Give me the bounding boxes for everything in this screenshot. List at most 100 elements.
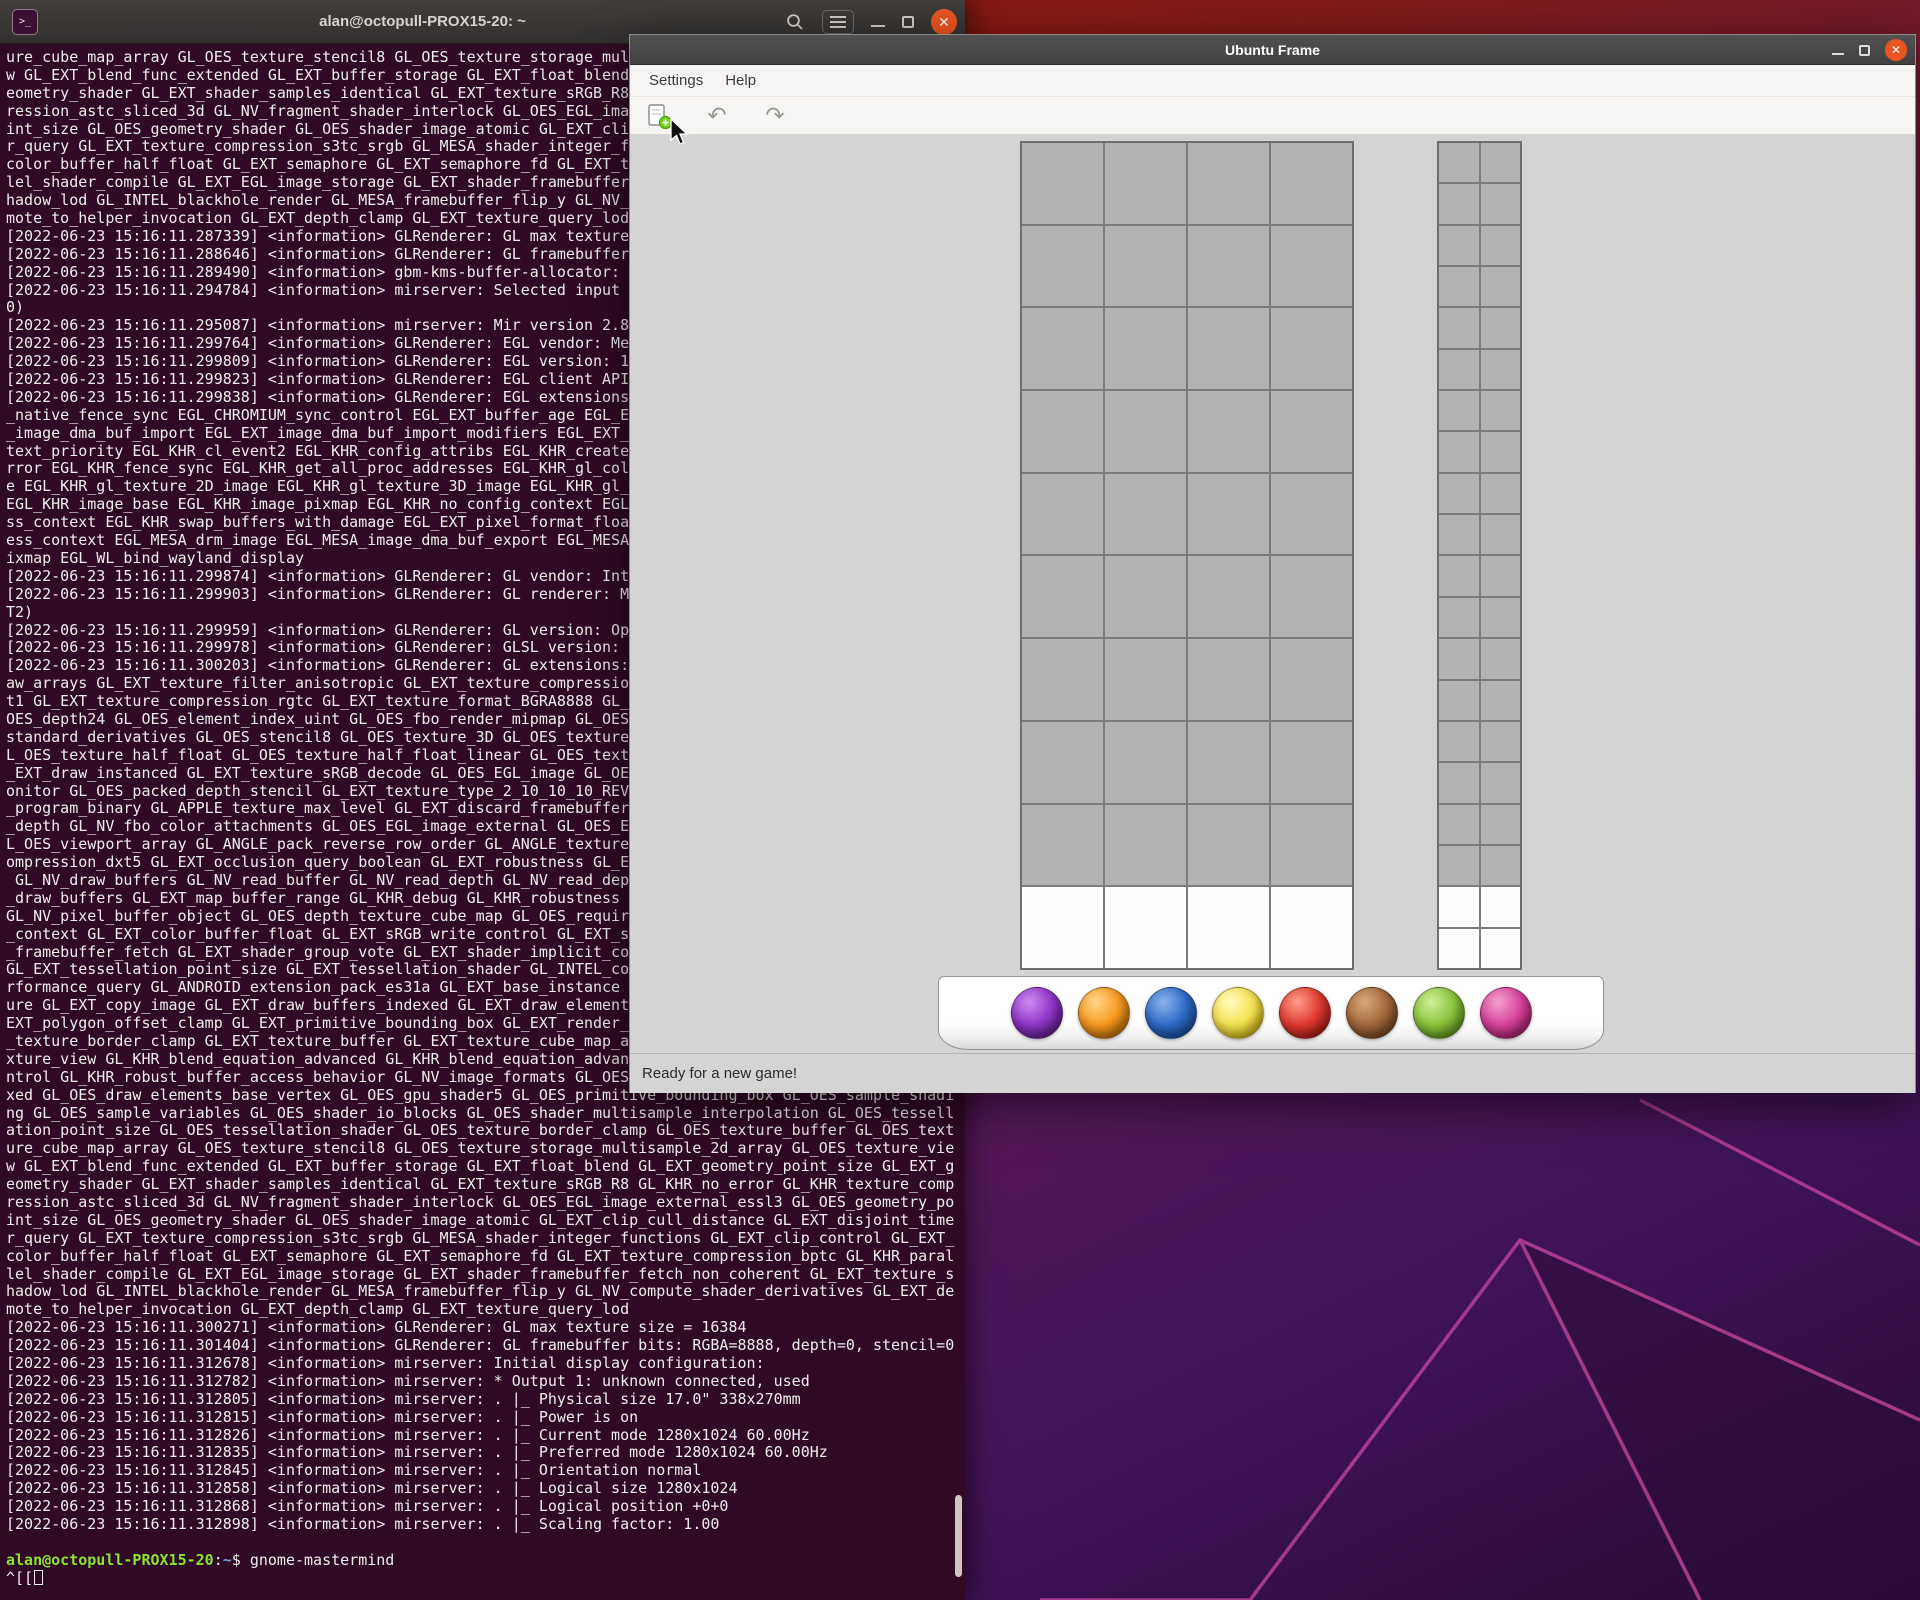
board-hole[interactable]	[1022, 639, 1103, 720]
board-hole[interactable]	[1022, 887, 1103, 968]
board-hole[interactable]	[1022, 226, 1103, 307]
color-ball-blue[interactable]	[1145, 987, 1197, 1039]
board-hole[interactable]	[1022, 474, 1103, 555]
terminal-log-line: [2022-06-23 15:16:11.312815] <informatio…	[6, 1409, 962, 1427]
frame-maximize-icon[interactable]	[1859, 45, 1870, 56]
terminal-log-line: ng GL_OES_sample_variables GL_OES_shader…	[6, 1105, 962, 1123]
feedback-peg-hole	[1439, 763, 1479, 802]
feedback-peg-hole	[1481, 722, 1521, 761]
board-hole[interactable]	[1271, 805, 1352, 886]
feedback-peg-hole	[1481, 887, 1521, 926]
feedback-peg-hole	[1481, 681, 1521, 720]
color-ball-purple[interactable]	[1011, 987, 1063, 1039]
feedback-peg-hole	[1439, 887, 1479, 926]
board-hole[interactable]	[1022, 143, 1103, 224]
board-hole[interactable]	[1271, 143, 1352, 224]
board-hole[interactable]	[1271, 556, 1352, 637]
frame-minimize-icon[interactable]	[1832, 46, 1844, 55]
feedback-peg-hole	[1481, 598, 1521, 637]
menu-help[interactable]: Help	[714, 65, 767, 96]
redo-button[interactable]: ↷	[760, 101, 790, 131]
board-hole[interactable]	[1105, 722, 1186, 803]
feedback-peg-hole	[1439, 143, 1479, 182]
close-icon[interactable]: ✕	[931, 9, 957, 35]
feedback-peg-hole	[1481, 846, 1521, 885]
terminal-log-line: [2022-06-23 15:16:11.312805] <informatio…	[6, 1391, 962, 1409]
frame-titlebar[interactable]: Ubuntu Frame ✕	[630, 35, 1915, 65]
board-hole[interactable]	[1105, 887, 1186, 968]
menu-icon[interactable]	[822, 10, 854, 34]
board-hole[interactable]	[1188, 556, 1269, 637]
minimize-icon[interactable]	[871, 17, 885, 27]
board-hole[interactable]	[1105, 391, 1186, 472]
board-hole[interactable]	[1188, 639, 1269, 720]
feedback-peg-hole	[1439, 846, 1479, 885]
board-hole[interactable]	[1105, 556, 1186, 637]
statusbar: Ready for a new game!	[630, 1053, 1915, 1093]
board-hole[interactable]	[1271, 887, 1352, 968]
board-hole[interactable]	[1188, 722, 1269, 803]
board-hole[interactable]	[1105, 805, 1186, 886]
color-ball-yellow[interactable]	[1212, 987, 1264, 1039]
board-hole[interactable]	[1105, 143, 1186, 224]
feedback-peg-hole	[1439, 515, 1479, 554]
frame-close-icon[interactable]: ✕	[1885, 39, 1907, 61]
board-hole[interactable]	[1271, 391, 1352, 472]
mouse-cursor	[668, 118, 692, 146]
board-hole[interactable]	[1022, 556, 1103, 637]
menu-settings[interactable]: Settings	[638, 65, 714, 96]
board-hole[interactable]	[1188, 391, 1269, 472]
terminal-log-line: [2022-06-23 15:16:11.312826] <informatio…	[6, 1427, 962, 1445]
terminal-tail-line: ^[[	[6, 1570, 962, 1588]
terminal-log-line: ure_cube_map_array GL_OES_texture_stenci…	[6, 1140, 962, 1158]
ubuntu-frame-window: Ubuntu Frame ✕ Settings Help ↶ ↷	[629, 34, 1916, 1093]
undo-button[interactable]: ↶	[702, 101, 732, 131]
board-hole[interactable]	[1105, 308, 1186, 389]
board-hole[interactable]	[1188, 143, 1269, 224]
board-hole[interactable]	[1271, 639, 1352, 720]
board-hole[interactable]	[1188, 226, 1269, 307]
maximize-icon[interactable]	[902, 16, 914, 28]
board-hole[interactable]	[1188, 887, 1269, 968]
feedback-peg-hole	[1481, 556, 1521, 595]
terminal-log-line: hadow_lod GL_INTEL_blackhole_render GL_M…	[6, 1283, 962, 1301]
board-hole[interactable]	[1022, 308, 1103, 389]
board-hole[interactable]	[1022, 391, 1103, 472]
terminal-prompt-line: alan@octopull-PROX15-20:~$ gnome-masterm…	[6, 1552, 962, 1570]
color-ball-brown[interactable]	[1346, 987, 1398, 1039]
board-hole[interactable]	[1271, 308, 1352, 389]
feedback-peg-hole	[1481, 929, 1521, 968]
feedback-peg-hole	[1481, 515, 1521, 554]
board-hole[interactable]	[1022, 805, 1103, 886]
terminal-log-line: color_buffer_half_float GL_EXT_semaphore…	[6, 1248, 962, 1266]
feedback-peg-board	[1437, 141, 1522, 970]
color-ball-orange[interactable]	[1078, 987, 1130, 1039]
color-ball-red[interactable]	[1279, 987, 1331, 1039]
color-ball-green[interactable]	[1413, 987, 1465, 1039]
feedback-peg-hole	[1481, 805, 1521, 844]
terminal-log-line: [2022-06-23 15:16:11.312678] <informatio…	[6, 1355, 962, 1373]
color-ball-magenta[interactable]	[1480, 987, 1532, 1039]
board-hole[interactable]	[1022, 722, 1103, 803]
terminal-log-line: [2022-06-23 15:16:11.312835] <informatio…	[6, 1444, 962, 1462]
feedback-peg-hole	[1439, 432, 1479, 471]
feedback-peg-hole	[1439, 308, 1479, 347]
feedback-peg-hole	[1439, 267, 1479, 306]
board-hole[interactable]	[1188, 805, 1269, 886]
board-hole[interactable]	[1188, 474, 1269, 555]
board-hole[interactable]	[1105, 639, 1186, 720]
board-hole[interactable]	[1271, 226, 1352, 307]
search-icon[interactable]	[785, 12, 805, 32]
board-hole[interactable]	[1105, 226, 1186, 307]
game-area	[630, 135, 1915, 1053]
board-hole[interactable]	[1271, 722, 1352, 803]
terminal-scrollbar[interactable]	[955, 1495, 962, 1577]
terminal-app-icon: >_	[12, 9, 38, 35]
terminal-log-line: lel_shader_compile GL_EXT_EGL_image_stor…	[6, 1266, 962, 1284]
board-hole[interactable]	[1105, 474, 1186, 555]
feedback-peg-hole	[1481, 474, 1521, 513]
feedback-peg-hole	[1439, 556, 1479, 595]
menubar: Settings Help	[630, 65, 1915, 96]
board-hole[interactable]	[1271, 474, 1352, 555]
board-hole[interactable]	[1188, 308, 1269, 389]
